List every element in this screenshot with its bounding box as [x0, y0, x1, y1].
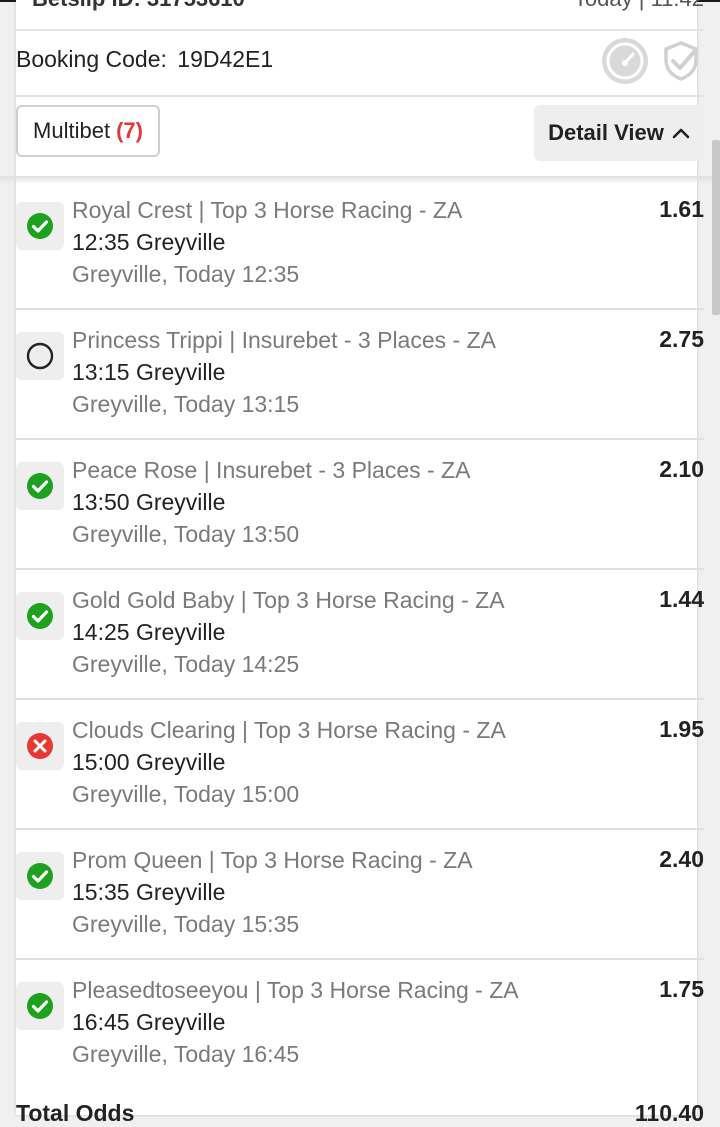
betslip-time: Today | 11:42	[574, 0, 704, 12]
multibet-label: Multibet	[33, 118, 111, 143]
total-odds-value: 110.40	[634, 1100, 704, 1126]
empty-circle-icon	[25, 341, 55, 371]
selection-odds: 1.44	[659, 586, 704, 612]
selection-market: Gold Gold Baby | Top 3 Horse Racing - ZA	[72, 587, 505, 613]
booking-code-row: Booking Code: 19D42E1	[16, 46, 273, 73]
selection-market: Princess Trippi | Insurebet - 3 Places -…	[72, 327, 496, 353]
selection-venue: Greyville, Today 13:50	[72, 521, 300, 547]
selection-market: Clouds Clearing | Top 3 Horse Racing - Z…	[72, 717, 506, 743]
selection-odds: 2.10	[659, 456, 704, 482]
selection-market: Pleasedtoseeyou | Top 3 Horse Racing - Z…	[72, 977, 519, 1003]
betslip-header-cut: Betslip ID: 31753610 Today | 11:42	[16, 0, 704, 16]
status-box	[16, 852, 64, 900]
selection-event: 16:45 Greyville	[72, 1009, 226, 1035]
selection-market: Royal Crest | Top 3 Horse Racing - ZA	[72, 197, 463, 223]
status-box	[16, 722, 64, 770]
selection-event: 15:00 Greyville	[72, 749, 226, 775]
check-circle-icon	[25, 991, 55, 1021]
selection-row[interactable]: Prom Queen | Top 3 Horse Racing - ZA 15:3…	[16, 830, 704, 960]
speedometer-icon[interactable]	[602, 38, 648, 84]
detail-view-label: Detail View	[548, 120, 664, 145]
status-box	[16, 462, 64, 510]
selection-event: 15:35 Greyville	[72, 879, 226, 905]
scrollbar[interactable]	[712, 140, 720, 315]
selection-text: Royal Crest | Top 3 Horse Racing - ZA 12:…	[72, 194, 614, 290]
total-odds-label: Total Odds	[16, 1100, 135, 1126]
status-box	[16, 332, 64, 380]
selection-venue: Greyville, Today 13:15	[72, 391, 300, 417]
selection-list: Royal Crest | Top 3 Horse Racing - ZA 12:…	[16, 180, 704, 1090]
total-odds-row: Total Odds 110.40	[16, 1100, 704, 1127]
selection-event: 13:15 Greyville	[72, 359, 226, 385]
selection-venue: Greyville, Today 15:35	[72, 911, 300, 937]
multibet-count: (7)	[116, 118, 143, 143]
selection-event: 12:35 Greyville	[72, 229, 226, 255]
status-box	[16, 592, 64, 640]
selection-row[interactable]: Princess Trippi | Insurebet - 3 Places -…	[16, 310, 704, 440]
status-box	[16, 202, 64, 250]
status-box	[16, 982, 64, 1030]
selection-row[interactable]: Royal Crest | Top 3 Horse Racing - ZA 12:…	[16, 180, 704, 310]
selection-text: Pleasedtoseeyou | Top 3 Horse Racing - Z…	[72, 974, 614, 1070]
selection-text: Gold Gold Baby | Top 3 Horse Racing - ZA…	[72, 584, 614, 680]
shield-check-icon[interactable]	[658, 38, 704, 84]
selection-odds: 2.75	[659, 326, 704, 352]
booking-divider	[16, 95, 704, 97]
booking-code-label: Booking Code:	[16, 46, 167, 72]
selection-venue: Greyville, Today 16:45	[72, 1041, 300, 1067]
selection-row[interactable]: Clouds Clearing | Top 3 Horse Racing - Z…	[16, 700, 704, 830]
selection-event: 14:25 Greyville	[72, 619, 226, 645]
cross-circle-icon	[25, 731, 55, 761]
detail-view-button[interactable]: Detail View	[534, 105, 704, 161]
check-circle-icon	[25, 471, 55, 501]
check-circle-icon	[25, 861, 55, 891]
selection-row[interactable]: Gold Gold Baby | Top 3 Horse Racing - ZA…	[16, 570, 704, 700]
selection-odds: 1.75	[659, 976, 704, 1002]
selection-venue: Greyville, Today 14:25	[72, 651, 300, 677]
selection-text: Peace Rose | Insurebet - 3 Places - ZA 13…	[72, 454, 614, 550]
check-circle-icon	[25, 211, 55, 241]
selection-venue: Greyville, Today 15:00	[72, 781, 300, 807]
header-divider	[16, 29, 704, 31]
selection-event: 13:50 Greyville	[72, 489, 226, 515]
selection-odds: 1.95	[659, 716, 704, 742]
selection-venue: Greyville, Today 12:35	[72, 261, 300, 287]
selection-text: Prom Queen | Top 3 Horse Racing - ZA 15:3…	[72, 844, 614, 940]
selection-odds: 2.40	[659, 846, 704, 872]
selection-text: Clouds Clearing | Top 3 Horse Racing - Z…	[72, 714, 614, 810]
chevron-up-icon	[672, 128, 690, 139]
selection-market: Peace Rose | Insurebet - 3 Places - ZA	[72, 457, 471, 483]
selection-market: Prom Queen | Top 3 Horse Racing - ZA	[72, 847, 473, 873]
selection-odds: 1.61	[659, 196, 704, 222]
header-icons	[602, 38, 704, 84]
multibet-button[interactable]: Multibet (7)	[16, 105, 160, 157]
selection-row[interactable]: Peace Rose | Insurebet - 3 Places - ZA 13…	[16, 440, 704, 570]
selection-row[interactable]: Pleasedtoseeyou | Top 3 Horse Racing - Z…	[16, 960, 704, 1090]
betslip-id: Betslip ID: 31753610	[32, 0, 245, 12]
check-circle-icon	[25, 601, 55, 631]
selection-text: Princess Trippi | Insurebet - 3 Places -…	[72, 324, 614, 420]
booking-code-value: 19D42E1	[177, 46, 274, 72]
